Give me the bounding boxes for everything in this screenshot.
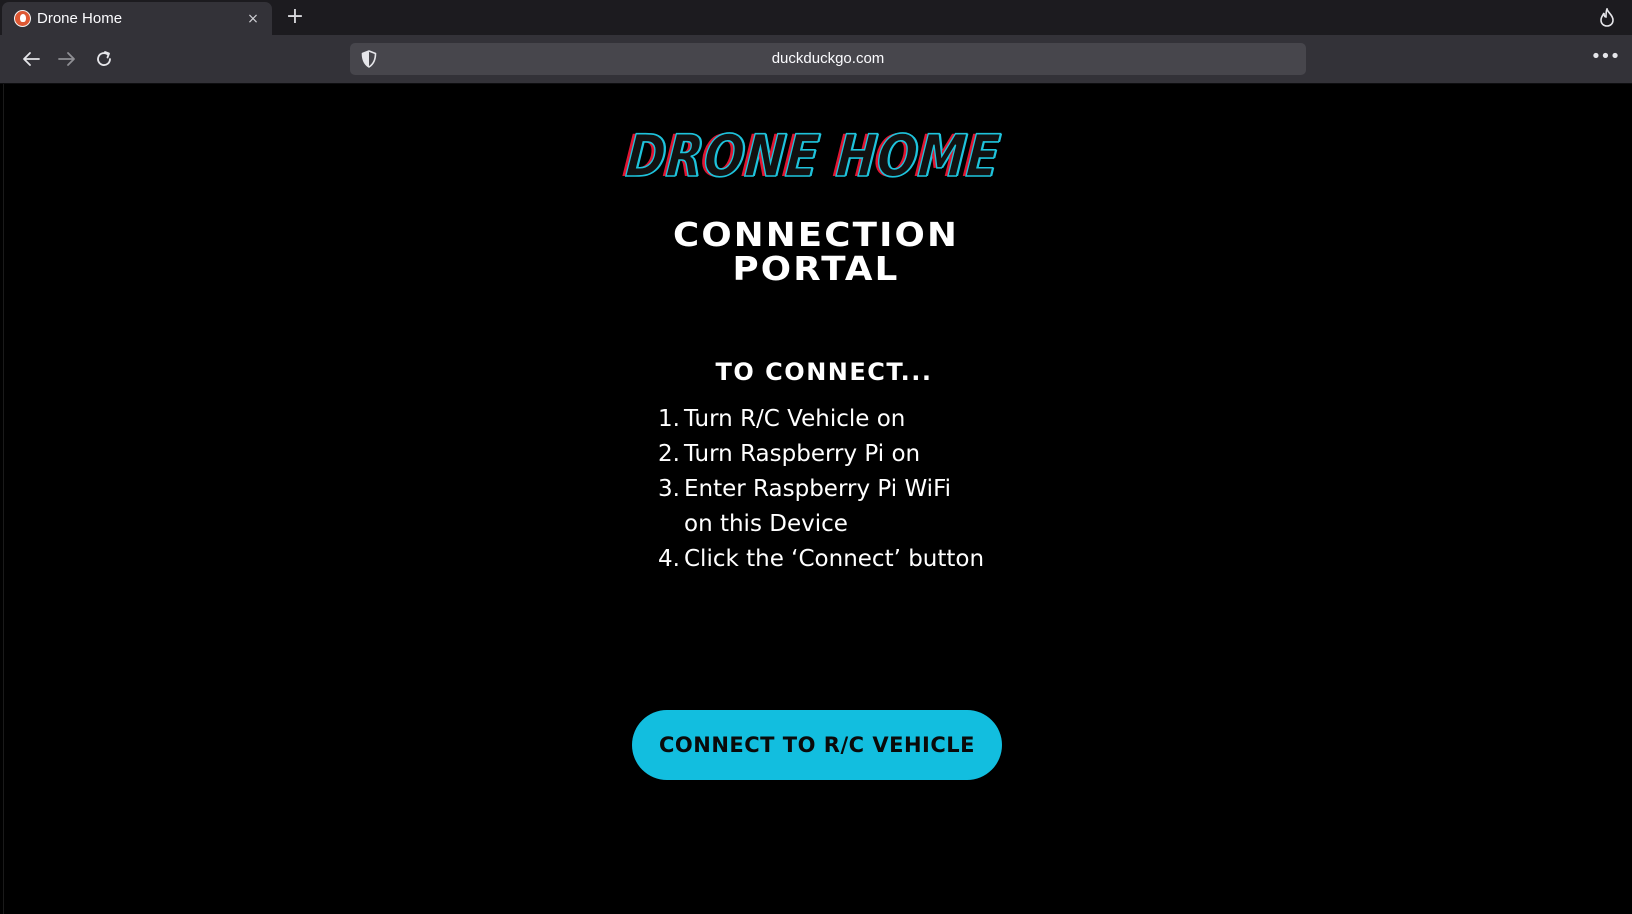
page-title-line2: PORTAL — [732, 249, 900, 288]
step-text: Turn Raspberry Pi on — [684, 441, 921, 467]
tab-title: Drone Home — [37, 10, 123, 27]
back-arrow-icon[interactable] — [17, 45, 45, 73]
connect-vehicle-button[interactable]: CONNECT TO R/C VEHICLE — [632, 710, 1002, 780]
new-tab-plus-icon[interactable]: + — [282, 4, 308, 30]
instructions-list: 1. Turn R/C Vehicle on 2. Turn Raspberry… — [650, 402, 984, 577]
list-item: 2. Turn Raspberry Pi on — [650, 437, 984, 472]
list-item: 4. Click the ‘Connect’ button — [650, 542, 984, 577]
list-item: 3. Enter Raspberry Pi WiFi — [650, 472, 984, 507]
step-number: 1. — [658, 406, 680, 432]
list-item: on this Device — [650, 507, 984, 542]
step-number: 4. — [658, 546, 680, 572]
fire-icon[interactable] — [1595, 5, 1619, 29]
page-title: CONNECTION PORTAL — [0, 218, 1632, 286]
reload-icon[interactable] — [90, 45, 118, 73]
navigation-bar: duckduckgo.com ••• — [0, 35, 1632, 84]
more-menu-icon[interactable]: ••• — [1590, 45, 1621, 73]
page-title-line1: CONNECTION — [673, 215, 959, 254]
close-tab-icon[interactable]: × — [242, 11, 264, 27]
tab-drone-home[interactable]: Drone Home × — [2, 2, 272, 35]
instructions-heading: TO CONNECT... — [715, 358, 933, 386]
url-text[interactable]: duckduckgo.com — [350, 43, 1306, 75]
logo-text: DRONE HOME — [623, 121, 1004, 190]
step-number: 3. — [658, 476, 680, 502]
duckduckgo-favicon-icon — [14, 10, 31, 27]
step-text: Turn R/C Vehicle on — [684, 406, 906, 432]
drone-home-logo: DRONE HOME — [141, 121, 1485, 190]
list-item: 1. Turn R/C Vehicle on — [650, 402, 984, 437]
step-number: 2. — [658, 441, 680, 467]
forward-arrow-icon[interactable] — [53, 45, 81, 73]
tab-strip: Drone Home × + — [0, 0, 1632, 35]
browser-window: Drone Home × + duckduckgo.com ••• DRONE … — [0, 0, 1632, 914]
step-text: Enter Raspberry Pi WiFi — [684, 476, 952, 502]
address-bar[interactable]: duckduckgo.com — [350, 43, 1306, 75]
step-text: Click the ‘Connect’ button — [684, 546, 985, 572]
step-number — [650, 507, 680, 542]
step-text: on this Device — [684, 511, 848, 537]
